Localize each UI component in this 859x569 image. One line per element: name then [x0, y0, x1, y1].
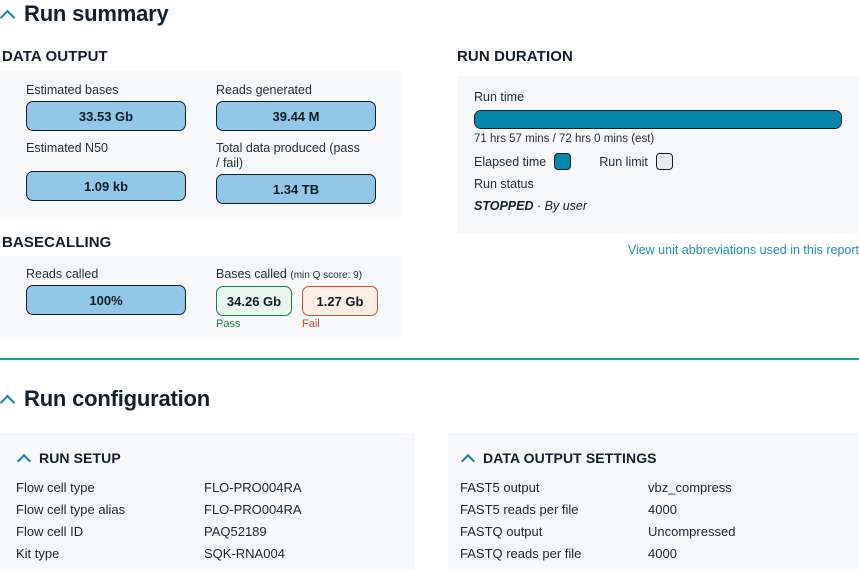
legend-elapsed-label: Elapsed time — [474, 154, 547, 169]
bases-called-text: Bases called — [216, 267, 287, 281]
row-key: Flow cell type alias — [16, 502, 126, 517]
run-summary-title: Run summary — [24, 1, 169, 26]
metric-label: Reads generated — [216, 83, 312, 97]
row-key: FASTQ reads per file — [460, 546, 582, 561]
metric-reads-generated: Reads generated 39.44 M — [216, 83, 376, 131]
data-output-heading: DATA OUTPUT — [2, 48, 108, 65]
chevron-up-icon — [18, 453, 32, 464]
row-value: vbz_compress — [648, 480, 732, 495]
row-key: Flow cell type — [16, 480, 95, 495]
metric-bases-called: Bases called (min Q score: 9) 34.26 Gb P… — [216, 267, 386, 330]
row-value: FLO-PRO004RA — [204, 480, 302, 495]
run-setup-heading[interactable]: RUN SETUP — [18, 450, 121, 466]
row-key: Kit type — [16, 546, 60, 561]
unit-abbreviations-link[interactable]: View unit abbreviations used in this rep… — [628, 243, 859, 257]
data-output-settings-heading[interactable]: DATA OUTPUT SETTINGS — [462, 450, 657, 466]
run-configuration-header[interactable]: Run configuration — [0, 386, 210, 412]
table-row: Flow cell type alias FLO-PRO004RA — [16, 499, 401, 521]
metric-estimated-n50: Estimated N50 1.09 kb — [26, 141, 186, 201]
run-summary-header[interactable]: Run summary — [0, 1, 169, 27]
status-detail: · By user — [537, 199, 588, 213]
metric-label: Estimated bases — [26, 83, 119, 97]
run-status-value-row: STOPPED · By user — [474, 199, 587, 213]
run-time-progress-fill — [475, 111, 841, 128]
table-row: Kit type SQK-RNA004 — [16, 543, 401, 565]
status-badge: STOPPED — [474, 199, 534, 213]
bases-called-pass-value: 34.26 Gb — [216, 286, 292, 316]
metric-value: 1.09 kb — [26, 171, 186, 201]
legend-limit-swatch — [655, 153, 673, 170]
run-time-label: Run time — [474, 90, 525, 104]
row-key: Flow cell ID — [16, 524, 84, 539]
metric-value: 100% — [26, 285, 186, 315]
run-time-progress-text: 71 hrs 57 mins / 72 hrs 0 mins (est) — [474, 133, 655, 145]
run-status-label: Run status — [474, 177, 534, 191]
bases-called-pass-caption: Pass — [216, 318, 241, 330]
bases-called-fail-caption: Fail — [302, 318, 320, 330]
row-value: SQK-RNA004 — [204, 546, 285, 561]
run-duration-heading: RUN DURATION — [457, 48, 573, 65]
bases-called-fail-value: 1.27 Gb — [302, 286, 378, 316]
row-key: FAST5 reads per file — [460, 502, 579, 517]
run-setup-heading-label: RUN SETUP — [39, 450, 121, 466]
metric-label: Estimated N50 — [26, 141, 108, 155]
row-value: 4000 — [648, 546, 677, 561]
metric-label: Bases called (min Q score: 9) — [216, 267, 386, 283]
metric-label: Total data produced (pass / fail) — [216, 141, 360, 170]
chevron-up-icon — [0, 8, 16, 20]
table-row: FAST5 output vbz_compress — [460, 477, 855, 499]
data-output-settings-heading-label: DATA OUTPUT SETTINGS — [483, 450, 657, 466]
metric-estimated-bases: Estimated bases 33.53 Gb — [26, 83, 186, 131]
section-divider — [0, 358, 859, 360]
data-output-settings-table: FAST5 output vbz_compress FAST5 reads pe… — [460, 477, 855, 565]
metric-reads-called: Reads called 100% — [26, 267, 186, 315]
metric-value: 33.53 Gb — [26, 101, 186, 131]
run-time-progress-bar — [474, 110, 842, 129]
legend-limit-label: Run limit — [599, 154, 648, 169]
metric-value: 39.44 M — [216, 101, 376, 131]
metric-label: Reads called — [26, 267, 99, 281]
row-value: Uncompressed — [648, 524, 736, 539]
table-row: FASTQ reads per file 4000 — [460, 543, 855, 565]
basecalling-heading: BASECALLING — [2, 234, 112, 251]
row-value: 4000 — [648, 502, 677, 517]
row-value: FLO-PRO004RA — [204, 502, 302, 517]
table-row: Flow cell type FLO-PRO004RA — [16, 477, 401, 499]
run-duration-legend: Elapsed time Run limit — [474, 153, 673, 170]
legend-elapsed-swatch — [554, 153, 572, 170]
table-row: Flow cell ID PAQ52189 — [16, 521, 401, 543]
table-row: FASTQ output Uncompressed — [460, 521, 855, 543]
metric-total-data-produced: Total data produced (pass / fail) 1.34 T… — [216, 141, 376, 204]
row-value: PAQ52189 — [204, 524, 267, 539]
row-key: FASTQ output — [460, 524, 543, 539]
metric-value: 1.34 TB — [216, 174, 376, 204]
chevron-up-icon — [462, 453, 476, 464]
table-row: FAST5 reads per file 4000 — [460, 499, 855, 521]
run-setup-table: Flow cell type FLO-PRO004RA Flow cell ty… — [16, 477, 401, 565]
row-key: FAST5 output — [460, 480, 540, 495]
min-q-score-note: (min Q score: 9) — [290, 270, 363, 281]
chevron-up-icon — [0, 393, 16, 405]
run-configuration-title: Run configuration — [24, 386, 211, 411]
